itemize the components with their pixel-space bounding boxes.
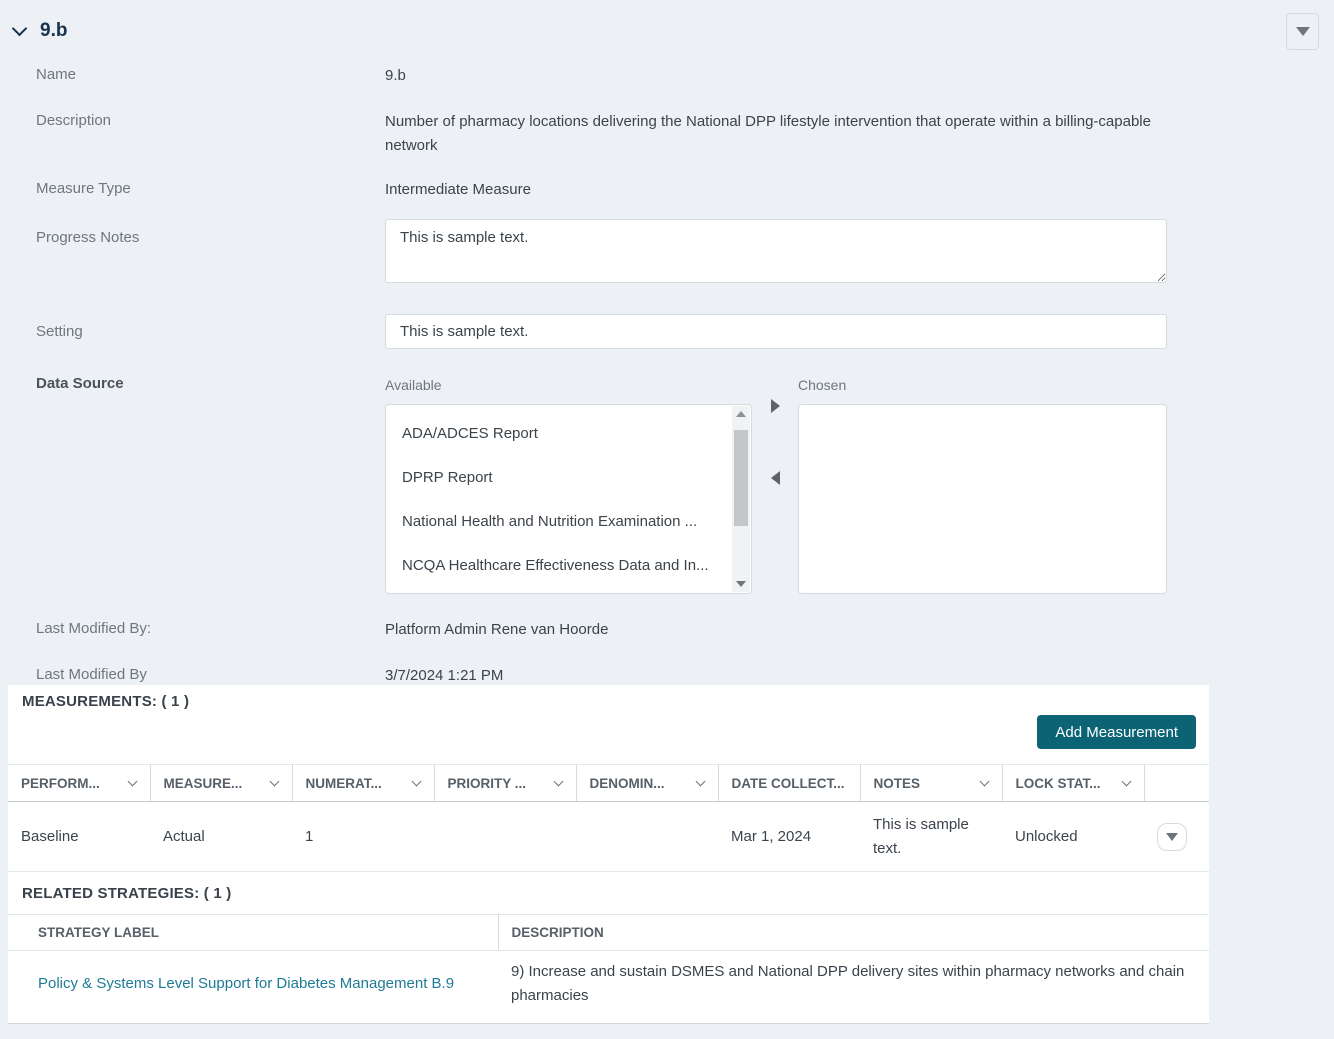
measure-type-label: Measure Type: [36, 180, 131, 197]
row-menu-button[interactable]: [1157, 822, 1187, 851]
chevron-down-icon[interactable]: [1121, 776, 1131, 787]
column-header-actions: [1144, 764, 1209, 802]
move-left-icon[interactable]: [770, 471, 780, 485]
form-row-name: Name 9.b: [0, 64, 1334, 88]
chevron-down-icon[interactable]: [11, 20, 28, 36]
column-header-lock-status[interactable]: LOCK STAT...: [1002, 764, 1145, 802]
chevron-down-icon[interactable]: [553, 776, 563, 787]
cell-date-collected: Mar 1, 2024: [718, 801, 860, 872]
form-row-progress-notes: Progress Notes This is sample text.: [0, 219, 1334, 291]
chevron-down-icon[interactable]: [979, 776, 989, 787]
chevron-down-icon[interactable]: [127, 776, 137, 787]
name-value: 9.b: [385, 67, 406, 84]
triangle-down-icon: [1295, 27, 1310, 36]
cell-measure: Actual: [150, 801, 292, 872]
related-strategies-section-title: RELATED STRATEGIES: ( 1 ): [22, 885, 232, 902]
scroll-down-icon[interactable]: [736, 581, 746, 587]
scrollbar-thumb[interactable]: [734, 430, 748, 526]
last-modified-by-label: Last Modified By:: [36, 620, 152, 637]
chevron-down-icon[interactable]: [695, 776, 705, 787]
column-header-denominator[interactable]: DENOMIN...: [576, 764, 719, 802]
cell-numerator: 1: [292, 801, 434, 872]
column-header-performance[interactable]: PERFORM...: [8, 764, 151, 802]
measure-type-value: Intermediate Measure: [385, 181, 531, 198]
table-row: Baseline Actual 1 Mar 1, 2024 This is sa…: [8, 801, 1209, 872]
measurements-table: PERFORM... MEASURE... NUMERAT... PRIORIT…: [8, 764, 1209, 872]
list-item[interactable]: DPRP Report: [386, 456, 751, 500]
data-source-label: Data Source: [36, 375, 124, 392]
move-right-icon[interactable]: [770, 399, 780, 413]
available-column: Available ADA/ADCES Report DPRP Report N…: [385, 373, 752, 594]
triangle-down-icon: [1166, 832, 1178, 841]
column-header-strategy-label: STRATEGY LABEL: [8, 914, 499, 951]
column-header-numerator[interactable]: NUMERAT...: [292, 764, 435, 802]
chosen-column: Chosen: [798, 373, 1167, 594]
column-header-notes[interactable]: NOTES: [860, 764, 1003, 802]
chosen-listbox[interactable]: [798, 404, 1167, 594]
column-header-date-collected[interactable]: DATE COLLECT...: [718, 764, 861, 802]
cell-priority: [434, 801, 576, 872]
list-item[interactable]: NCQA Healthcare Effectiveness Data and I…: [386, 544, 751, 588]
strategies-header-row: STRATEGY LABEL DESCRIPTION: [8, 914, 1209, 951]
chosen-label: Chosen: [798, 377, 847, 393]
chevron-down-icon[interactable]: [269, 776, 279, 787]
setting-label: Setting: [36, 323, 83, 340]
form-row-measure-type: Measure Type Intermediate Measure: [0, 178, 1334, 202]
description-label: Description: [36, 112, 112, 129]
name-label: Name: [36, 66, 77, 83]
cell-lock-status: Unlocked: [1002, 801, 1144, 872]
measurements-panel: MEASUREMENTS: ( 1 ) Add Measurement PERF…: [8, 685, 1209, 1024]
cell-performance: Baseline: [8, 801, 150, 872]
form-row-description: Description Number of pharmacy locations…: [0, 110, 1334, 158]
progress-notes-label: Progress Notes: [36, 229, 140, 246]
measurements-section-title: MEASUREMENTS: ( 1 ): [22, 693, 190, 710]
form-row-setting: Setting: [0, 314, 1334, 349]
cell-denominator: [576, 801, 718, 872]
form-row-data-source: Data Source Available ADA/ADCES Report D…: [0, 373, 1334, 594]
description-value: Number of pharmacy locations delivering …: [385, 113, 1151, 154]
column-header-priority[interactable]: PRIORITY ...: [434, 764, 577, 802]
scrollbar[interactable]: [732, 406, 750, 592]
available-listbox[interactable]: ADA/ADCES Report DPRP Report National He…: [385, 404, 752, 594]
measure-form: Name 9.b Description Number of pharmacy …: [0, 42, 1334, 688]
cell-strategy-description: 9) Increase and sustain DSMES and Nation…: [511, 962, 1185, 1004]
column-header-measure[interactable]: MEASURE...: [150, 764, 293, 802]
measurements-header-row: PERFORM... MEASURE... NUMERAT... PRIORIT…: [8, 764, 1209, 802]
add-measurement-button[interactable]: Add Measurement: [1037, 715, 1196, 749]
measure-header: 9.b: [0, 0, 1334, 42]
table-row: Policy & Systems Level Support for Diabe…: [8, 951, 1209, 1017]
cell-strategy-label: Policy & Systems Level Support for Diabe…: [8, 951, 498, 1017]
column-header-description: DESCRIPTION: [498, 914, 1209, 951]
data-source-duallist: Available ADA/ADCES Report DPRP Report N…: [385, 373, 1167, 594]
header-menu-button[interactable]: [1286, 13, 1319, 50]
transfer-controls: [752, 373, 798, 594]
chevron-down-icon[interactable]: [411, 776, 421, 787]
available-label: Available: [385, 377, 442, 393]
form-row-last-modified-by: Last Modified By: Platform Admin Rene va…: [0, 618, 1334, 642]
list-item[interactable]: National Health and Nutrition Examinatio…: [386, 500, 751, 544]
last-modified-by-value: Platform Admin Rene van Hoorde: [385, 621, 609, 638]
list-item[interactable]: ADA/ADCES Report: [386, 412, 751, 456]
progress-notes-textarea[interactable]: This is sample text.: [385, 219, 1167, 283]
cell-notes: This is sample text.: [860, 801, 1002, 872]
setting-input[interactable]: [385, 314, 1167, 349]
cell-actions: [1144, 801, 1209, 872]
scroll-up-icon[interactable]: [732, 406, 750, 422]
page-title: 9.b: [40, 20, 68, 41]
strategy-link[interactable]: Policy & Systems Level Support for Diabe…: [38, 975, 454, 992]
related-strategies-table: STRATEGY LABEL DESCRIPTION Policy & Syst…: [8, 914, 1209, 1017]
